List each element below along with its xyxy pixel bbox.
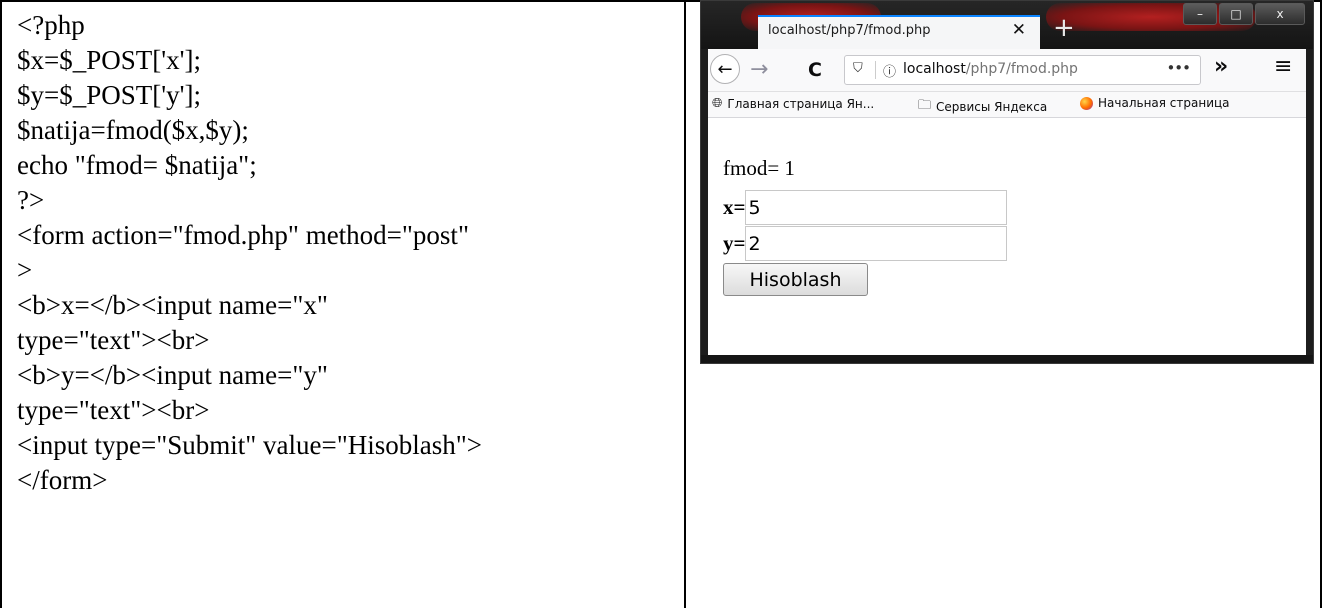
tab-title: localhost/php7/fmod.php — [768, 23, 931, 38]
x-form-row: x= 5 — [723, 190, 1008, 225]
code-line: <?php — [17, 10, 85, 40]
url-bar[interactable]: ⛉ ⓘ localhost/php7/fmod.php ••• — [844, 55, 1201, 85]
overflow-chevron-icon[interactable]: » — [1214, 54, 1228, 79]
code-line: </form> — [17, 465, 108, 495]
bookmark-label: Сервисы Яндекса — [936, 100, 1048, 114]
code-line: $natija=fmod($x,$y); — [17, 115, 249, 145]
hamburger-menu-icon[interactable]: ≡ — [1274, 54, 1292, 79]
bookmark-item[interactable]: Начальная страница — [1080, 96, 1230, 110]
new-tab-icon[interactable]: + — [1053, 15, 1075, 41]
browser-tab[interactable]: localhost/php7/fmod.php ✕ — [758, 15, 1040, 49]
page-viewport: fmod= 1 x= 5 y= 2 Hisoblash — [708, 118, 1306, 356]
y-input[interactable]: 2 — [745, 226, 1008, 261]
title-bar: localhost/php7/fmod.php ✕ + – □ x — [701, 1, 1313, 49]
bookmarks-toolbar: 🌐︎ Главная страница Ян... 🗀 Сервисы Янде… — [708, 92, 1306, 118]
x-input[interactable]: 5 — [745, 190, 1008, 225]
x-label: x= — [723, 195, 746, 219]
info-icon[interactable]: ⓘ — [883, 61, 896, 80]
bookmark-item[interactable]: 🌐︎ Главная страница Ян... — [712, 96, 874, 111]
minimize-button[interactable]: – — [1183, 3, 1217, 25]
url-text[interactable]: localhost/php7/fmod.php — [903, 61, 1078, 77]
code-line: echo "fmod= $natija"; — [17, 150, 257, 180]
code-line: ?> — [17, 185, 45, 215]
code-line: <form action="fmod.php" method="post" — [17, 220, 469, 250]
hisoblash-submit-button[interactable]: Hisoblash — [723, 263, 868, 296]
code-line: <b>x=</b><input name="x" — [17, 290, 328, 320]
code-line: <b>y=</b><input name="y" — [17, 360, 328, 390]
fmod-result-text: fmod= 1 — [723, 156, 795, 180]
back-arrow-icon: ← — [717, 58, 733, 80]
page-actions-icon[interactable]: ••• — [1166, 59, 1191, 77]
php-code-listing: <?php $x=$_POST['x']; $y=$_POST['y']; $n… — [17, 8, 677, 498]
folder-icon: 🗀 — [918, 98, 932, 113]
bookmark-label: Главная страница Ян... — [727, 96, 875, 111]
browser-window: localhost/php7/fmod.php ✕ + – □ x ← → C … — [700, 0, 1314, 364]
bookmark-label: Начальная страница — [1098, 96, 1230, 110]
back-button[interactable]: ← — [710, 54, 740, 84]
code-line: $x=$_POST['x']; — [17, 45, 201, 75]
tab-close-icon[interactable]: ✕ — [1012, 20, 1026, 40]
reload-icon[interactable]: C — [808, 55, 822, 85]
firefox-icon — [1080, 96, 1093, 110]
forward-arrow-icon[interactable]: → — [750, 55, 768, 85]
code-line: > — [17, 255, 33, 285]
navigation-toolbar: ← → C ⛉ ⓘ localhost/php7/fmod.php ••• » … — [708, 49, 1306, 92]
maximize-button[interactable]: □ — [1219, 3, 1253, 25]
url-path: /php7/fmod.php — [965, 61, 1078, 77]
code-line: type="text"><br> — [17, 325, 210, 355]
globe-icon: 🌐︎ — [712, 96, 723, 111]
url-host: localhost — [903, 61, 966, 77]
url-divider — [875, 61, 876, 79]
code-line: $y=$_POST['y']; — [17, 80, 201, 110]
bookmark-item[interactable]: 🗀 Сервисы Яндекса — [918, 96, 1047, 118]
table-border-left — [0, 0, 2, 608]
close-window-button[interactable]: x — [1255, 3, 1305, 25]
table-border-middle — [684, 0, 686, 608]
window-controls: – □ x — [1181, 3, 1305, 31]
y-label: y= — [723, 231, 746, 255]
window-bottom-frame — [701, 355, 1313, 363]
code-line: type="text"><br> — [17, 395, 210, 425]
y-form-row: y= 2 — [723, 226, 1008, 261]
shield-icon[interactable]: ⛉ — [853, 61, 863, 76]
code-line: <input type="Submit" value="Hisoblash"> — [17, 430, 482, 460]
